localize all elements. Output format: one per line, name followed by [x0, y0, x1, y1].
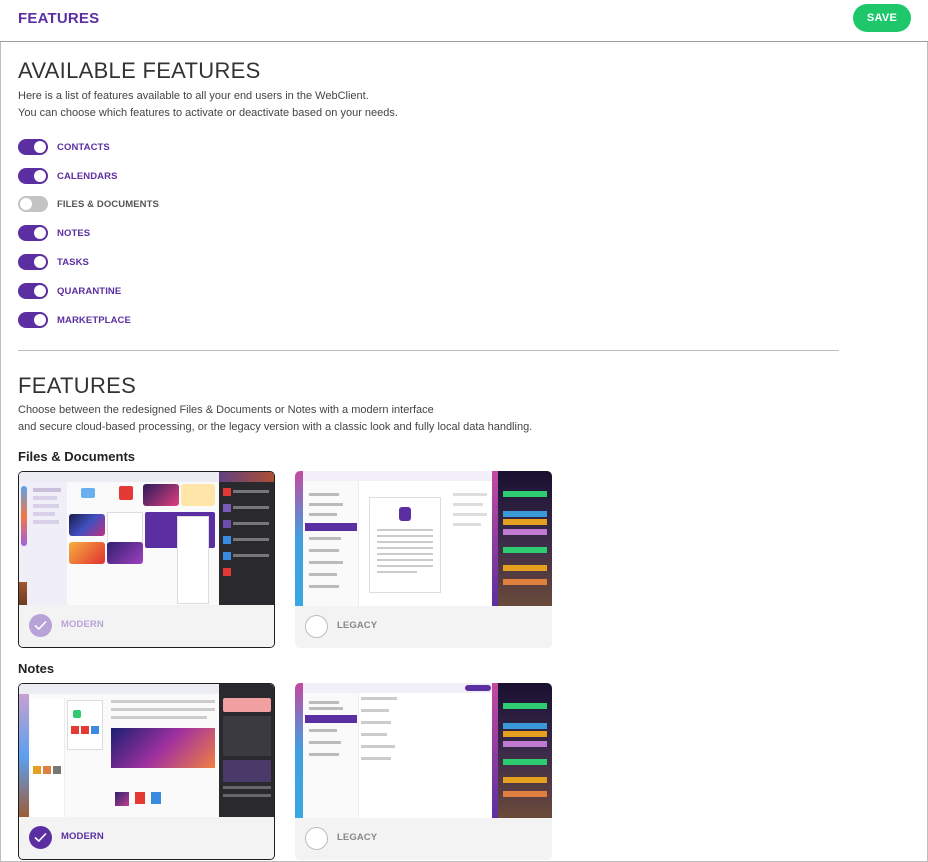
- marketplace-toggle[interactable]: [18, 312, 48, 328]
- marketplace-toggle-label: MARKETPLACE: [57, 314, 131, 326]
- files-modern-label: MODERN: [61, 619, 104, 630]
- notes-legacy-radio[interactable]: [305, 827, 328, 850]
- features-description: Choose between the redesigned Files & Do…: [18, 402, 532, 436]
- files-legacy-footer: LEGACY: [295, 606, 552, 648]
- tasks-toggle-label: TASKS: [57, 256, 89, 268]
- toggle-row-calendars: CALENDARS: [18, 167, 118, 185]
- notes-legacy-footer: LEGACY: [295, 818, 552, 860]
- available-features-description: Here is a list of features available to …: [18, 88, 398, 122]
- features-heading: FEATURES: [18, 373, 137, 398]
- available-features-heading: AVAILABLE FEATURES: [18, 58, 261, 83]
- files-documents-toggle[interactable]: [18, 196, 48, 212]
- notes-legacy-preview: [295, 683, 552, 818]
- toggle-row-notes: NOTES: [18, 224, 90, 242]
- quarantine-toggle-label: QUARANTINE: [57, 285, 122, 297]
- notes-modern-label: MODERN: [61, 831, 104, 842]
- notes-modern-preview: [19, 684, 274, 819]
- notes-subheading: Notes: [18, 661, 55, 676]
- features-desc-line-2: and secure cloud-based processing, or th…: [18, 421, 533, 433]
- toggle-knob: [34, 256, 46, 268]
- files-legacy-preview: [295, 471, 552, 606]
- files-modern-footer: MODERN: [19, 605, 274, 647]
- notes-modern-option[interactable]: MODERN: [18, 683, 275, 860]
- tasks-toggle[interactable]: [18, 254, 48, 270]
- files-documents-subheading: Files & Documents: [18, 449, 136, 464]
- files-legacy-label: LEGACY: [337, 620, 378, 631]
- top-bar: FEATURES SAVE: [0, 0, 928, 42]
- toggle-row-marketplace: MARKETPLACE: [18, 311, 131, 329]
- quarantine-toggle[interactable]: [18, 283, 48, 299]
- available-desc-line-1: Here is a list of features available to …: [18, 90, 369, 102]
- section-divider: [18, 350, 839, 351]
- toggle-row-tasks: TASKS: [18, 253, 89, 271]
- check-icon: [34, 832, 47, 843]
- contacts-toggle-label: CONTACTS: [57, 141, 110, 153]
- toggle-knob: [34, 227, 46, 239]
- available-desc-line-2: You can choose which features to activat…: [18, 107, 398, 119]
- notes-modern-radio[interactable]: [29, 826, 52, 849]
- files-modern-preview: [19, 472, 274, 607]
- files-modern-radio[interactable]: [29, 614, 52, 637]
- toggle-knob: [20, 198, 32, 210]
- toggle-knob: [34, 141, 46, 153]
- files-legacy-radio[interactable]: [305, 615, 328, 638]
- notes-toggle[interactable]: [18, 225, 48, 241]
- notes-modern-footer: MODERN: [19, 817, 274, 859]
- toggle-row-files-documents: FILES & DOCUMENTS: [18, 195, 159, 213]
- toggle-row-quarantine: QUARANTINE: [18, 282, 121, 300]
- files-legacy-option[interactable]: LEGACY: [295, 471, 552, 648]
- notes-legacy-option[interactable]: LEGACY: [295, 683, 552, 860]
- notes-legacy-label: LEGACY: [337, 832, 378, 843]
- contacts-toggle[interactable]: [18, 139, 48, 155]
- save-button[interactable]: SAVE: [853, 4, 911, 32]
- check-icon: [34, 620, 47, 631]
- notes-toggle-label: NOTES: [57, 227, 91, 239]
- toggle-knob: [34, 170, 46, 182]
- toggle-row-contacts: CONTACTS: [18, 138, 110, 156]
- calendars-toggle[interactable]: [18, 168, 48, 184]
- toggle-knob: [34, 285, 46, 297]
- toggle-knob: [34, 314, 46, 326]
- page-title: FEATURES: [18, 10, 100, 27]
- files-documents-toggle-label: FILES & DOCUMENTS: [57, 198, 159, 210]
- features-desc-line-1: Choose between the redesigned Files & Do…: [18, 404, 434, 416]
- calendars-toggle-label: CALENDARS: [57, 170, 118, 182]
- files-modern-option[interactable]: MODERN: [18, 471, 275, 648]
